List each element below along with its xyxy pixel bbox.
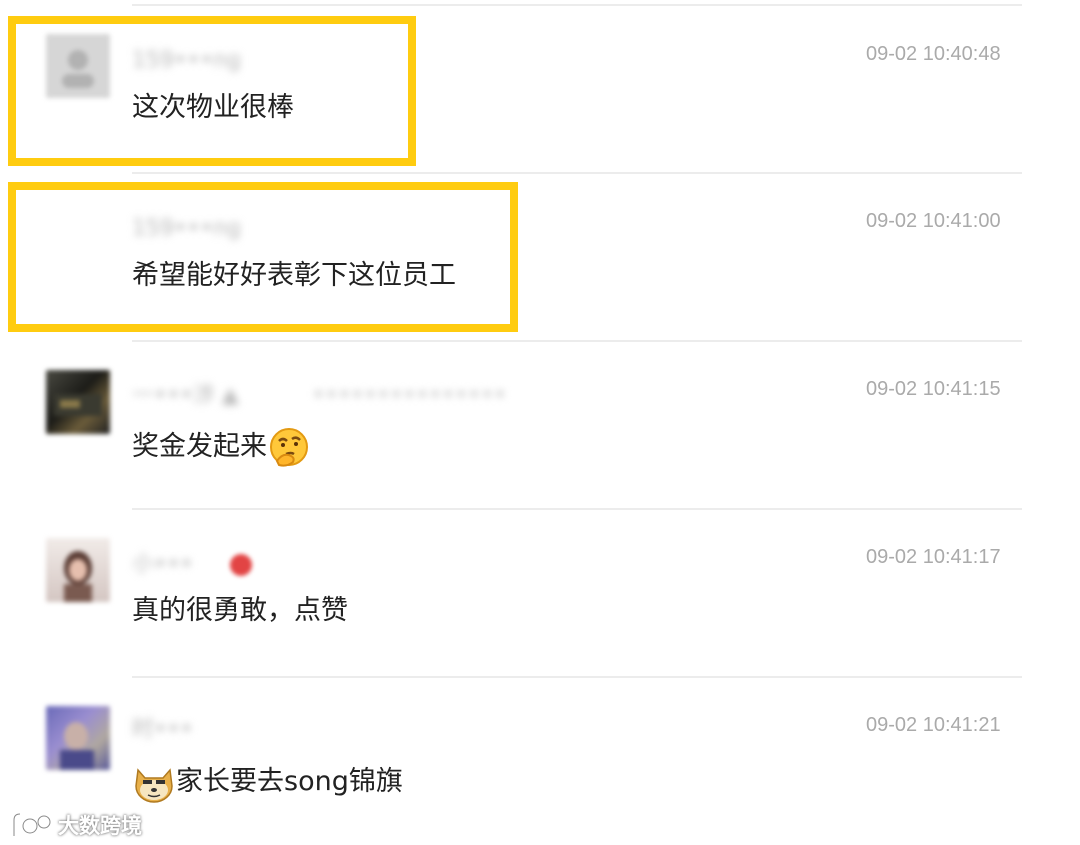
username[interactable]: 时•••: [132, 717, 193, 743]
comment-text: 奖金发起来: [132, 427, 311, 467]
comment-text: 家长要去song锦旗: [132, 762, 403, 803]
brand-logo-icon: [12, 812, 52, 836]
doge-icon: [135, 768, 173, 803]
verified-badge-icon: [230, 554, 252, 576]
username[interactable]: 一•••涉 ▲: [132, 383, 239, 409]
highlight-box: [8, 182, 518, 332]
comment-text: 真的很勇敢，点赞: [132, 591, 348, 631]
comment-time: 09-02 10:41:21: [866, 714, 1001, 736]
username[interactable]: 小•••: [132, 552, 193, 578]
watermark-text: 大数跨境: [58, 814, 142, 838]
highlight-box: [8, 16, 416, 166]
comment-text-label: 真的很勇敢，点赞: [132, 595, 348, 626]
divider: [132, 4, 1022, 6]
avatar[interactable]: [46, 706, 110, 770]
comment-text-label: 奖金发起来: [132, 431, 267, 462]
comment-time: 09-02 10:40:48: [866, 43, 1001, 65]
divider: [132, 340, 1022, 342]
comment-time: 09-02 10:41:15: [866, 378, 1001, 400]
divider: [132, 508, 1022, 510]
avatar[interactable]: [46, 538, 110, 602]
comment-time: 09-02 10:41:00: [866, 210, 1001, 232]
username-extra: •••••••••••••••: [312, 383, 507, 408]
comment-text-label: 家长要去song锦旗: [176, 766, 403, 797]
divider: [132, 172, 1022, 174]
dark-photo-avatar: [54, 394, 102, 416]
purple-photo-avatar: [60, 722, 94, 770]
avatar[interactable]: [46, 370, 110, 434]
divider: [132, 676, 1022, 678]
watermark: 大数跨境: [8, 808, 142, 842]
thinking-face-icon: [270, 428, 308, 467]
girl-photo-avatar: [64, 551, 92, 602]
comment-time: 09-02 10:41:17: [866, 546, 1001, 568]
